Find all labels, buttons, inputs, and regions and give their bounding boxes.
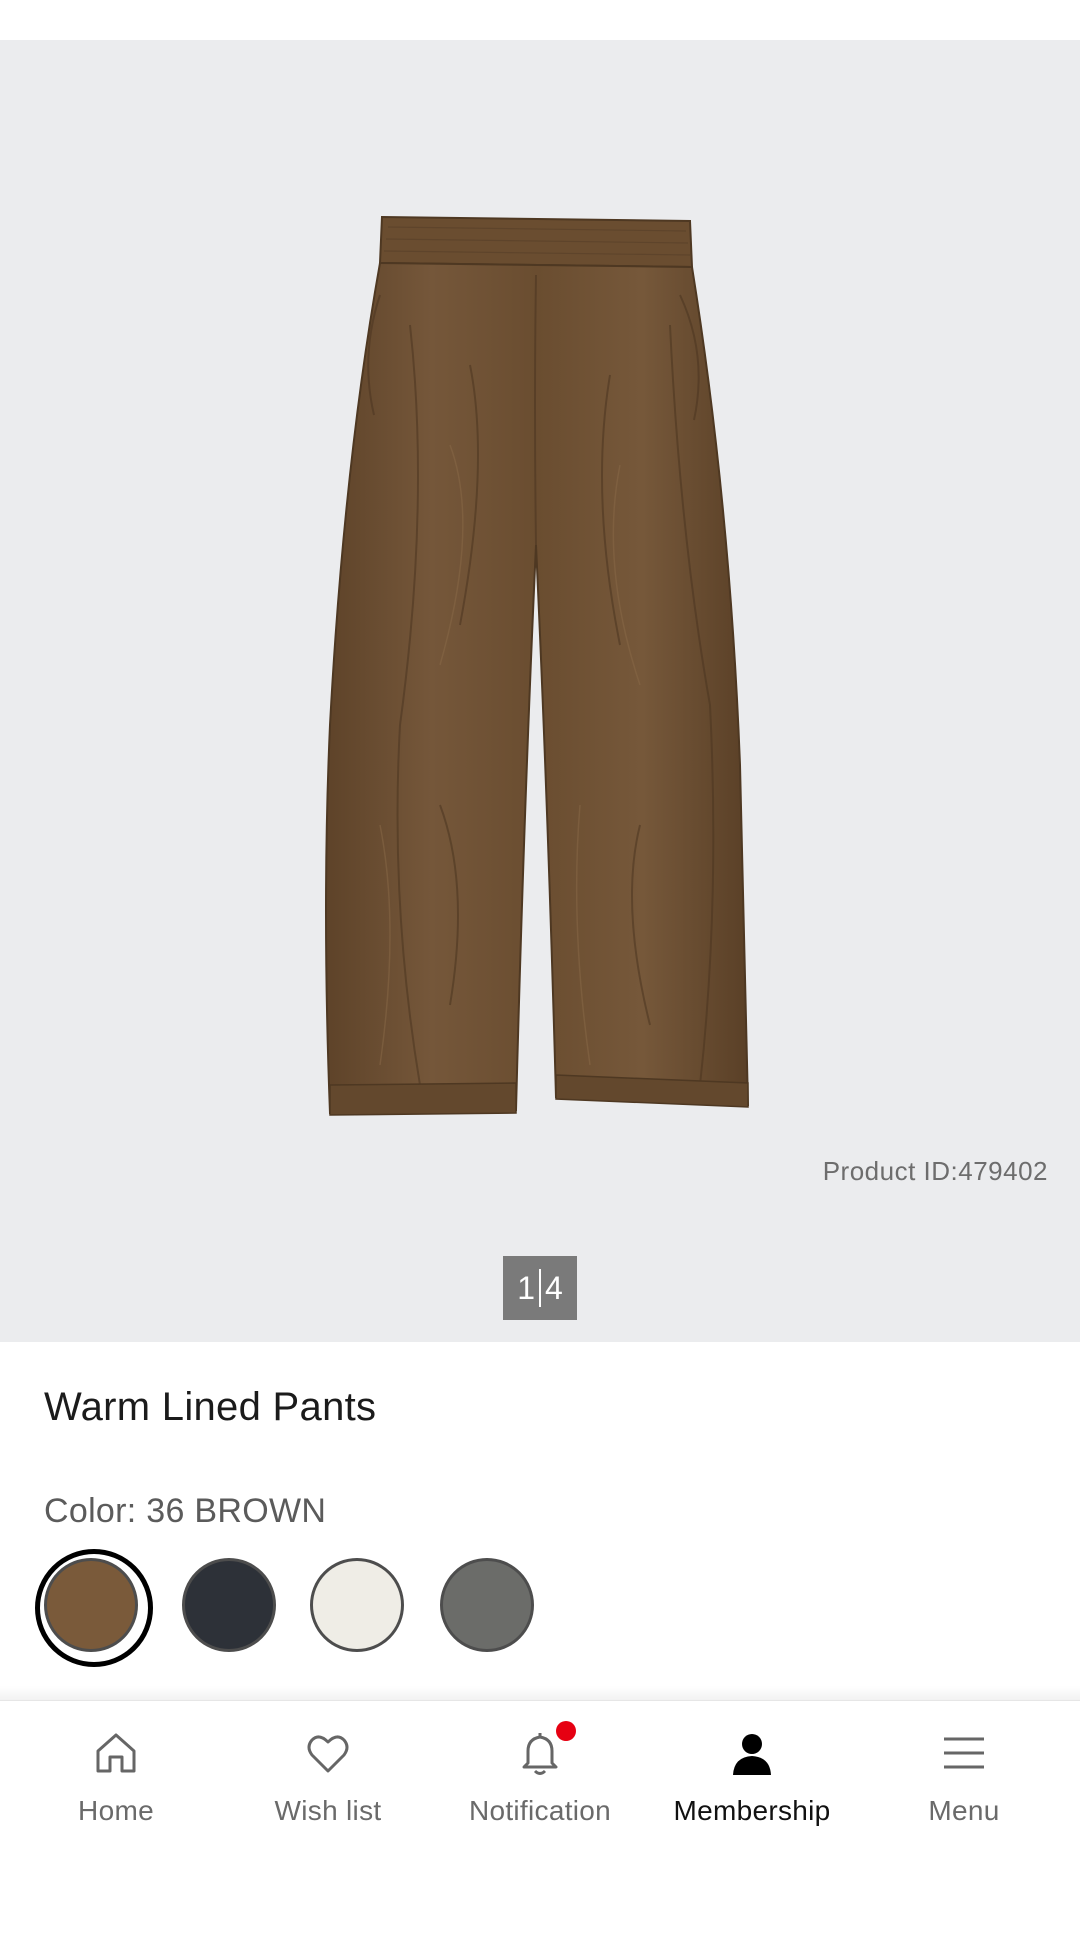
image-pager: 1 4: [503, 1256, 577, 1320]
nav-label-home: Home: [78, 1795, 154, 1826]
bell-icon: [516, 1721, 576, 1777]
color-label: Color: 36 BROWN: [44, 1492, 327, 1530]
selected-ring: [35, 1549, 153, 1667]
bottom-navigation: Home Wish list Notification Membership M…: [0, 1700, 1080, 1937]
color-swatch-gray[interactable]: [440, 1558, 534, 1652]
pager-total: 4: [545, 1269, 563, 1306]
pager-divider: [539, 1269, 541, 1307]
nav-label-menu: Menu: [928, 1795, 1000, 1826]
person-icon: [728, 1729, 776, 1777]
color-swatch-brown[interactable]: [35, 1549, 153, 1667]
home-icon: [92, 1729, 140, 1777]
color-swatch-navy[interactable]: [182, 1558, 276, 1652]
product-image: [325, 215, 750, 1116]
status-bar: [0, 0, 1080, 40]
nav-item-membership[interactable]: Membership: [644, 1729, 860, 1849]
color-swatch-off-white[interactable]: [310, 1558, 404, 1652]
nav-item-notification[interactable]: Notification: [432, 1721, 648, 1849]
hamburger-icon: [940, 1729, 988, 1777]
product-id-text: Product ID:479402: [822, 1156, 1048, 1186]
color-swatch-list: [35, 1549, 644, 1678]
nav-shadow: [0, 1686, 1080, 1700]
nav-label-wish-list: Wish list: [274, 1795, 382, 1826]
heart-icon: [304, 1729, 352, 1777]
nav-label-notification: Notification: [468, 1795, 612, 1826]
nav-item-menu[interactable]: Menu: [856, 1729, 1072, 1849]
pager-current: 1: [517, 1269, 535, 1306]
nav-item-wish-list[interactable]: Wish list: [220, 1729, 436, 1849]
product-title: Warm Lined Pants: [44, 1385, 377, 1429]
nav-item-home[interactable]: Home: [8, 1729, 224, 1849]
nav-label-membership: Membership: [673, 1795, 831, 1826]
product-image-gallery[interactable]: Product ID:479402 1 4: [0, 40, 1080, 1342]
notification-badge: [556, 1721, 576, 1741]
